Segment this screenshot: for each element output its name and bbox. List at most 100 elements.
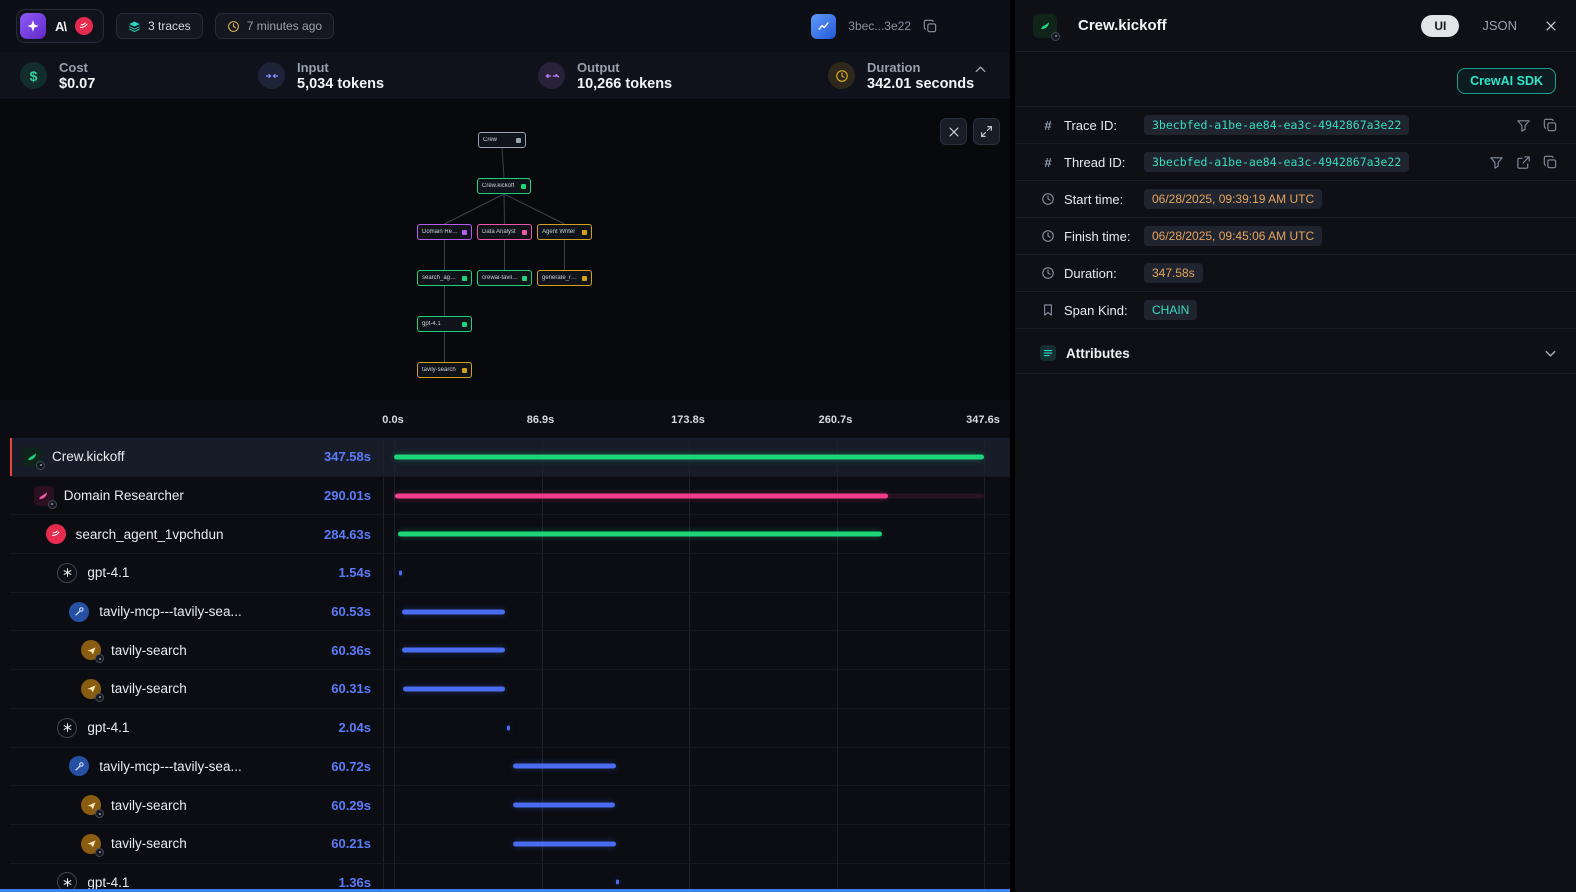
attributes-icon — [1040, 345, 1056, 361]
span-duration: 284.63s — [316, 527, 383, 542]
chevron-up-icon[interactable] — [973, 62, 988, 77]
graph-node-chip — [462, 368, 467, 373]
axis-tick: 347.6s — [966, 414, 1000, 426]
tavily-icon — [81, 640, 101, 660]
field-label: Trace ID: — [1064, 118, 1144, 133]
graph-node-label: gpt-4.1 — [422, 321, 441, 327]
copy-icon[interactable] — [1543, 155, 1558, 170]
graph-node[interactable]: Domain Researcher — [417, 224, 472, 240]
crewai-logo[interactable] — [75, 17, 93, 35]
span-name: tavily-search — [111, 643, 187, 658]
stat-cost: $Cost$0.07 — [20, 60, 258, 92]
span-duration: 60.29s — [323, 798, 383, 813]
crew-icon — [1033, 14, 1057, 38]
span-row[interactable]: gpt-4.11.54s — [10, 554, 1010, 593]
span-name: tavily-mcp---tavily-sea... — [99, 604, 242, 619]
span-row[interactable]: tavily-search60.31s — [10, 670, 1010, 709]
trace-graph: Crew Crew.kickoff Domain Researcher Data An… — [0, 100, 1010, 400]
trace-short-id: 3bec...3e22 — [848, 19, 911, 33]
graph-node[interactable]: search_agent_1vp... — [417, 270, 472, 286]
graph-node-label: generate_report... — [542, 275, 579, 281]
expand-graph-button[interactable] — [973, 118, 1000, 145]
graph-node-chip — [522, 276, 527, 281]
attributes-label: Attributes — [1066, 346, 1130, 361]
stat-label: Cost — [59, 60, 95, 75]
dollar-icon: $ — [20, 62, 47, 89]
graph-node[interactable]: generate_report... — [537, 270, 592, 286]
openai-icon — [57, 718, 77, 738]
span-duration: 347.58s — [316, 449, 383, 464]
span-timeline-cell — [383, 864, 1010, 892]
layers-icon — [128, 20, 141, 33]
span-bar — [394, 454, 984, 459]
graph-node[interactable]: Crew — [478, 132, 526, 148]
field-value: 06/28/2025, 09:39:19 AM UTC — [1144, 189, 1322, 209]
details-title: Crew.kickoff — [1078, 17, 1167, 34]
graph-node[interactable]: tavily-search — [417, 362, 472, 378]
span-row[interactable]: tavily-search60.29s — [10, 786, 1010, 825]
tab-json[interactable]: JSON — [1482, 18, 1517, 33]
clock-icon — [227, 20, 240, 33]
graph-node-label: Data Analyst — [482, 229, 516, 235]
span-row[interactable]: gpt-4.12.04s — [10, 709, 1010, 748]
filter-icon[interactable] — [1489, 155, 1504, 170]
tab-ui[interactable]: UI — [1421, 15, 1459, 37]
span-row[interactable]: Domain Researcher290.01s — [10, 477, 1010, 516]
span-row[interactable]: gpt-4.11.36s — [10, 864, 1010, 892]
timeline-axis: 0.0s86.9s173.8s260.7s347.6s — [0, 400, 1010, 438]
chevron-down-icon[interactable] — [1543, 346, 1558, 361]
copy-icon[interactable] — [923, 19, 938, 34]
sdk-badge-row: CrewAI SDK — [1015, 52, 1576, 106]
graph-node[interactable]: Crew.kickoff — [477, 178, 531, 194]
span-row[interactable]: tavily-search60.36s — [10, 631, 1010, 670]
graph-node[interactable]: Data Analyst — [477, 224, 532, 240]
close-icon[interactable] — [1544, 19, 1558, 33]
span-type-badge — [95, 654, 104, 663]
span-list: Crew.kickoff347.58sDomain Researcher290.… — [0, 438, 1010, 892]
span-name: gpt-4.1 — [87, 720, 129, 735]
anthropic-logo[interactable]: A\ — [55, 19, 66, 34]
graph-node-chip — [462, 322, 467, 327]
external-link-icon[interactable] — [1516, 155, 1531, 170]
tools-icon — [69, 602, 89, 622]
graph-node-chip — [582, 276, 587, 281]
traces-count-badge[interactable]: 3 traces — [116, 13, 203, 39]
axis-tick: 0.0s — [382, 414, 403, 426]
span-row[interactable]: tavily-mcp---tavily-sea...60.53s — [10, 593, 1010, 632]
graph-node[interactable]: gpt-4.1 — [417, 316, 472, 332]
field-value: CHAIN — [1144, 300, 1197, 320]
graph-node-label: Crew.kickoff — [482, 183, 514, 189]
graph-node[interactable]: crewai-tavily... — [477, 270, 532, 286]
filter-icon[interactable] — [1516, 118, 1531, 133]
clock-icon — [1040, 192, 1056, 206]
span-row[interactable]: tavily-mcp---tavily-sea...60.72s — [10, 748, 1010, 787]
tavily-icon — [81, 679, 101, 699]
span-row[interactable]: search_agent_1vpchdun 284.63s — [10, 515, 1010, 554]
span-timeline-cell — [383, 515, 1010, 553]
stat-value: 10,266 tokens — [577, 76, 672, 92]
field-value: 06/28/2025, 09:45:06 AM UTC — [1144, 226, 1322, 246]
axis-tick: 173.8s — [671, 414, 705, 426]
span-bar — [616, 880, 619, 885]
graph-node-chip — [522, 230, 527, 235]
copy-icon[interactable] — [1543, 118, 1558, 133]
field-label: Duration: — [1064, 266, 1144, 281]
hash-icon: # — [1040, 118, 1056, 133]
bookmark-icon — [1040, 303, 1056, 317]
field-label: Start time: — [1064, 192, 1144, 207]
span-name: search_agent_1vpchdun — [76, 527, 224, 542]
time-ago-label: 7 minutes ago — [247, 19, 322, 33]
graph-node-label: tavily-search — [422, 367, 456, 373]
span-row[interactable]: Crew.kickoff347.58s — [10, 438, 1010, 477]
graph-node[interactable]: Agent Writer — [537, 224, 592, 240]
clock-icon — [1040, 229, 1056, 243]
sdk-badge: CrewAI SDK — [1457, 68, 1556, 94]
stat-value: 5,034 tokens — [297, 76, 384, 92]
chart-icon[interactable] — [811, 14, 836, 39]
span-timeline-cell — [383, 825, 1010, 863]
sparkle-icon[interactable] — [20, 13, 46, 39]
attributes-section-header[interactable]: Attributes — [1015, 333, 1576, 374]
span-row[interactable]: tavily-search60.21s — [10, 825, 1010, 864]
span-type-badge — [1051, 32, 1060, 41]
close-graph-button[interactable] — [940, 118, 967, 145]
